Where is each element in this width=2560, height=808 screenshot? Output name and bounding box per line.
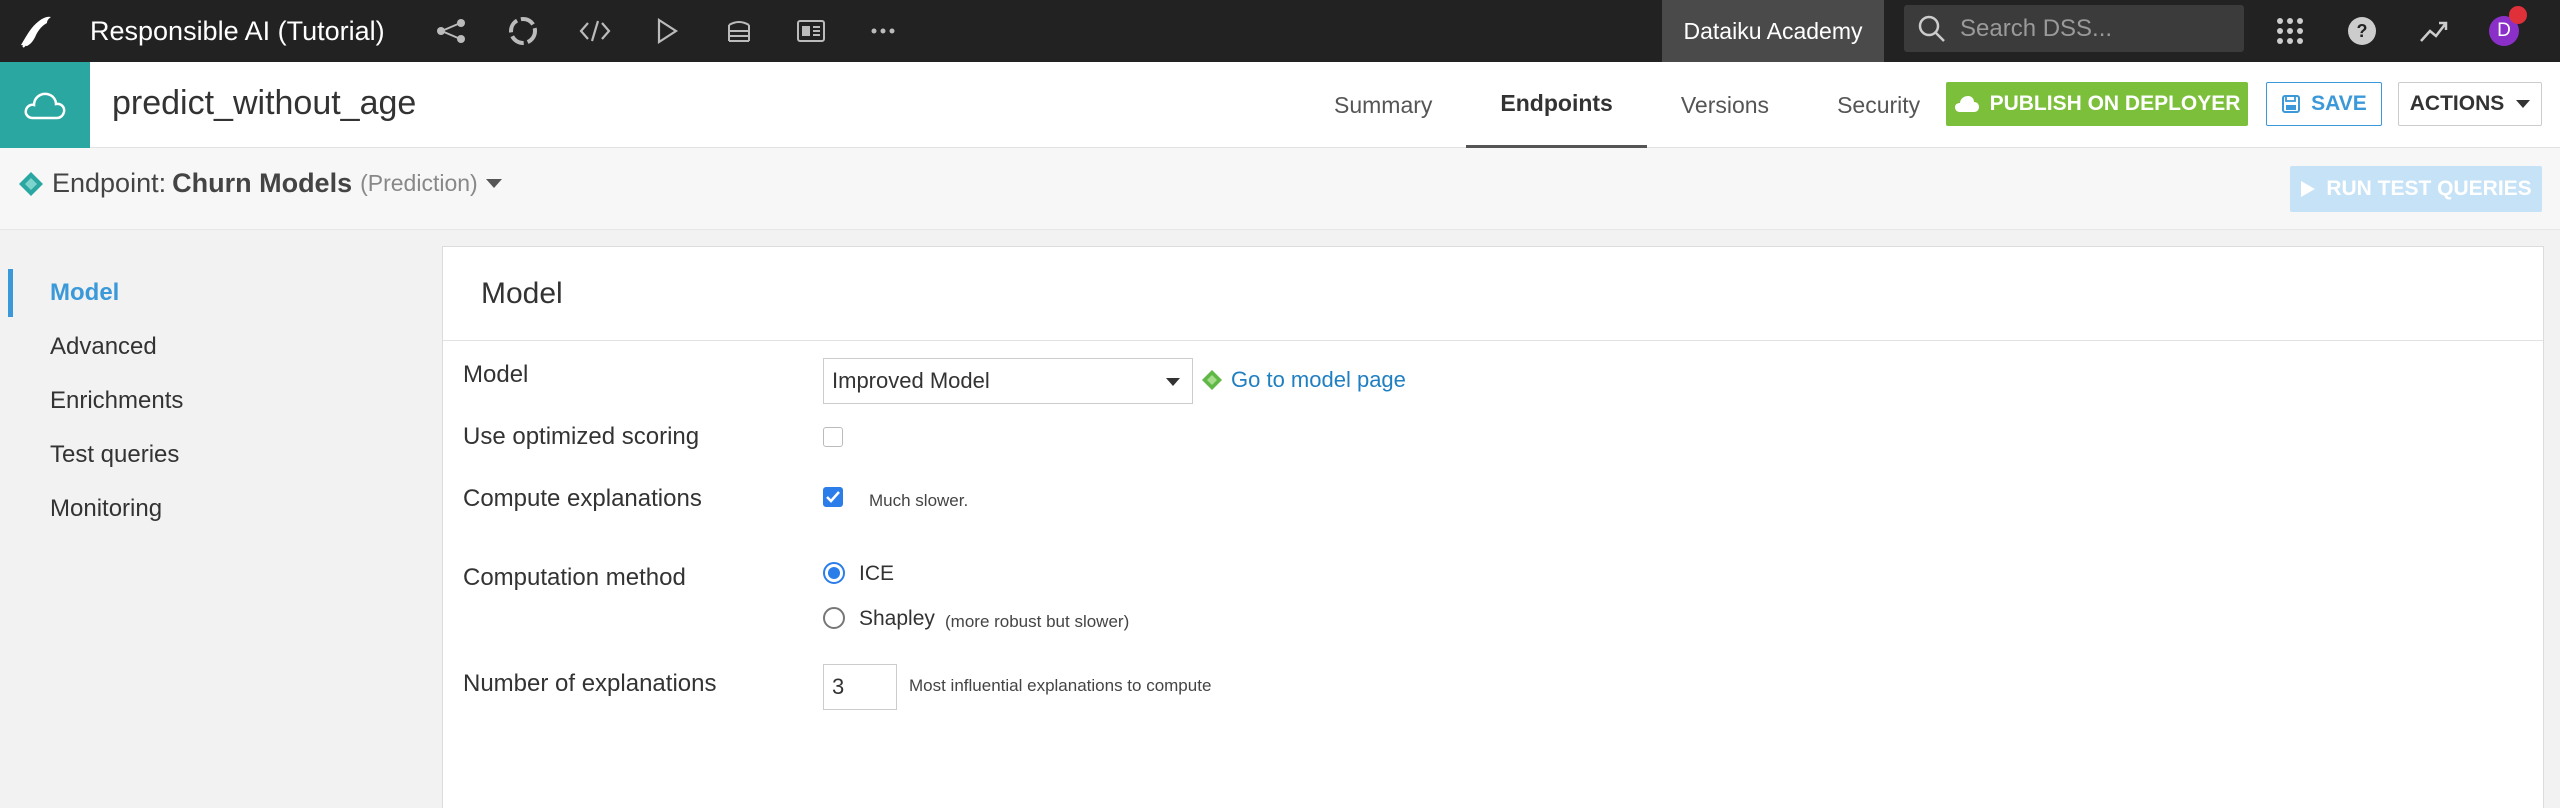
sidebar-item-model[interactable]: Model [0, 266, 440, 320]
run-label: RUN TEST QUERIES [2326, 177, 2532, 200]
stack-icon[interactable] [703, 0, 775, 62]
sidebar-item-enrichments[interactable]: Enrichments [0, 374, 440, 428]
radio-shapley-label: Shapley [859, 607, 935, 630]
computation-method-label: Computation method [463, 564, 686, 591]
tab-versions[interactable]: Versions [1647, 62, 1803, 148]
model-diamond-icon [1202, 370, 1222, 390]
service-name: predict_without_age [112, 84, 417, 122]
endpoint-label: Endpoint: [52, 168, 167, 198]
sidebar-item-advanced[interactable]: Advanced [0, 320, 440, 374]
caret-down-icon [2516, 100, 2531, 108]
avatar-initial: D [2497, 20, 2511, 41]
apps-grid-icon[interactable] [2260, 0, 2320, 62]
project-title[interactable]: Responsible AI (Tutorial) [90, 16, 385, 47]
save-icon [2282, 95, 2301, 113]
more-icon[interactable] [847, 0, 919, 62]
project-nav-icons [415, 0, 919, 62]
publish-label: PUBLISH ON DEPLOYER [1989, 92, 2241, 115]
number-of-explanations-label: Number of explanations [463, 670, 717, 697]
global-search[interactable] [1904, 5, 2244, 52]
compute-explanations-checkbox[interactable] [823, 487, 843, 507]
tab-security[interactable]: Security [1803, 62, 1954, 148]
cloud-icon [0, 62, 90, 148]
number-of-explanations-input[interactable] [823, 664, 897, 710]
sidebar-item-monitoring[interactable]: Monitoring [0, 482, 440, 536]
checkmark-icon [826, 491, 840, 503]
lifecycle-icon[interactable] [487, 0, 559, 62]
optimized-scoring-label: Use optimized scoring [463, 423, 700, 450]
go-to-model-page-link[interactable]: Go to model page [1201, 367, 1406, 393]
model-field-label: Model [463, 361, 529, 388]
play-icon[interactable] [631, 0, 703, 62]
endpoint-type: (Prediction) [360, 170, 478, 196]
search-input[interactable] [1960, 14, 2230, 43]
svg-text:?: ? [2357, 21, 2368, 41]
chevron-down-icon[interactable] [485, 179, 502, 188]
service-tabs: Summary Endpoints Versions Security [1300, 62, 1954, 148]
tab-endpoints[interactable]: Endpoints [1466, 62, 1647, 148]
sidebar-item-test-queries[interactable]: Test queries [0, 428, 440, 482]
endpoint-selector[interactable]: Endpoint: Churn Models (Prediction) [18, 168, 502, 199]
chevron-down-icon [1166, 378, 1180, 386]
radio-shapley-hint: (more robust but slower) [945, 612, 1130, 631]
trend-icon[interactable] [2404, 0, 2464, 62]
model-select-value: Improved Model [832, 368, 990, 393]
compute-explanations-label: Compute explanations [463, 485, 702, 512]
run-test-queries-button[interactable]: RUN TEST QUERIES [2290, 166, 2542, 212]
dashboard-icon[interactable] [775, 0, 847, 62]
help-icon[interactable]: ? [2332, 0, 2392, 62]
radio-ice[interactable] [823, 562, 845, 584]
radio-ice-label: ICE [859, 562, 895, 585]
go-to-model-page-label: Go to model page [1231, 367, 1406, 392]
actions-label: ACTIONS [2409, 92, 2505, 115]
play-icon [2301, 181, 2316, 197]
bird-logo-icon[interactable] [0, 0, 72, 62]
panel-title: Model [443, 247, 2543, 341]
endpoint-bar: Endpoint: Churn Models (Prediction) RUN … [0, 148, 2560, 230]
model-settings-panel: Model Model Improved Model Go to model p… [442, 246, 2544, 808]
user-avatar-wrapper[interactable]: D [2474, 0, 2534, 62]
endpoint-diamond-icon [19, 171, 43, 196]
avatar[interactable]: D [2489, 6, 2527, 46]
save-button[interactable]: SAVE [2266, 82, 2382, 126]
actions-button[interactable]: ACTIONS [2398, 82, 2542, 126]
endpoint-sidebar: Model Advanced Enrichments Test queries … [0, 266, 440, 536]
endpoint-name: Churn Models [172, 168, 353, 198]
search-icon [1904, 14, 1960, 44]
flow-icon[interactable] [415, 0, 487, 62]
instance-name[interactable]: Dataiku Academy [1662, 0, 1884, 62]
service-header: predict_without_age Summary Endpoints Ve… [0, 62, 2560, 148]
number-of-explanations-hint: Most influential explanations to compute [909, 676, 1212, 695]
compute-explanations-hint: Much slower. [869, 491, 969, 510]
tab-summary[interactable]: Summary [1300, 62, 1466, 148]
optimized-scoring-checkbox[interactable] [823, 427, 843, 447]
radio-shapley[interactable] [823, 607, 845, 629]
model-select[interactable]: Improved Model [823, 358, 1193, 404]
code-icon[interactable] [559, 0, 631, 62]
save-label: SAVE [2311, 92, 2367, 115]
top-navigation-bar: Responsible AI (Tutorial) Dataiku Academ… [0, 0, 2560, 62]
publish-on-deployer-button[interactable]: PUBLISH ON DEPLOYER [1946, 82, 2248, 126]
notification-badge [2509, 6, 2527, 24]
cloud-upload-icon [1954, 96, 1979, 112]
